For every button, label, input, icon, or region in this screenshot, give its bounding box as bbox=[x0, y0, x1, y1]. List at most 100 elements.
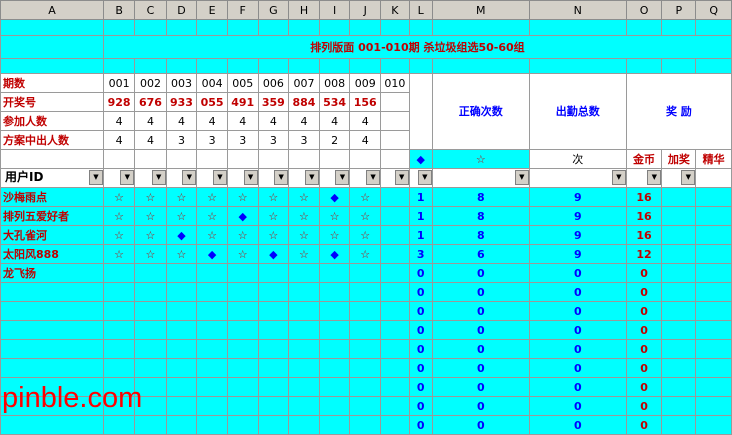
mark-cell[interactable] bbox=[196, 282, 228, 302]
draw-label[interactable]: 开奖号 bbox=[0, 92, 104, 112]
column-header-j[interactable]: J bbox=[349, 0, 382, 20]
mark-cell[interactable] bbox=[380, 187, 410, 207]
bonus-cell[interactable] bbox=[661, 415, 697, 435]
issue-cell[interactable]: 002 bbox=[134, 73, 167, 93]
participants-cell[interactable]: 4 bbox=[196, 111, 228, 131]
mark-cell[interactable] bbox=[349, 358, 382, 378]
attendance-cell[interactable]: 0 bbox=[528, 339, 627, 359]
mark-cell[interactable] bbox=[288, 282, 320, 302]
filter-dropdown-icon[interactable]: ▼ bbox=[611, 170, 626, 185]
mark-cell[interactable] bbox=[196, 415, 228, 435]
mark-cell[interactable] bbox=[134, 282, 167, 302]
bonus-cell[interactable] bbox=[661, 282, 697, 302]
coins-cell[interactable]: 0 bbox=[625, 320, 663, 340]
elite-cell[interactable] bbox=[695, 396, 732, 416]
mark-cell[interactable] bbox=[288, 320, 320, 340]
mark-cell[interactable]: ☆ bbox=[134, 187, 167, 207]
mark-cell[interactable]: ☆ bbox=[288, 187, 320, 207]
column-header-k[interactable]: K bbox=[380, 0, 410, 20]
elite-cell[interactable] bbox=[695, 244, 732, 264]
column-header-p[interactable]: P bbox=[661, 0, 697, 20]
mark-cell[interactable] bbox=[318, 282, 351, 302]
user-id-filter-cell[interactable]: 用户ID ▼ bbox=[0, 168, 104, 188]
filter-dropdown-icon[interactable]: ▼ bbox=[335, 170, 349, 185]
mark-cell[interactable]: ☆ bbox=[349, 187, 382, 207]
mark-cell[interactable] bbox=[102, 339, 136, 359]
draw-number-cell[interactable] bbox=[380, 92, 410, 112]
issue-cell[interactable]: 009 bbox=[349, 73, 382, 93]
column-header-l[interactable]: L bbox=[408, 0, 433, 20]
filter-cell[interactable]: ▼ bbox=[380, 168, 410, 188]
mark-cell[interactable] bbox=[288, 396, 320, 416]
mark-cell[interactable] bbox=[102, 358, 136, 378]
filter-dropdown-icon[interactable]: ▼ bbox=[304, 170, 319, 185]
user-name-cell[interactable] bbox=[0, 339, 104, 359]
mark-cell[interactable] bbox=[165, 263, 198, 283]
participants-label[interactable]: 参加人数 bbox=[0, 111, 104, 131]
mark-cell[interactable] bbox=[257, 339, 290, 359]
filter-cell[interactable]: ▼ bbox=[408, 168, 433, 188]
coins-cell[interactable]: 12 bbox=[625, 244, 663, 264]
mark-cell[interactable] bbox=[226, 320, 259, 340]
mark-cell[interactable] bbox=[288, 339, 320, 359]
mark-cell[interactable] bbox=[288, 377, 320, 397]
coins-cell[interactable]: 16 bbox=[625, 225, 663, 245]
mark-cell[interactable] bbox=[226, 301, 259, 321]
draw-number-cell[interactable]: 534 bbox=[318, 92, 351, 112]
mark-cell[interactable] bbox=[196, 377, 228, 397]
column-header-g[interactable]: G bbox=[257, 0, 290, 20]
issue-cell[interactable]: 001 bbox=[102, 73, 136, 93]
mark-cell[interactable]: ☆ bbox=[288, 206, 320, 226]
correct-count-cell[interactable]: 8 bbox=[431, 206, 530, 226]
column-header-i[interactable]: I bbox=[318, 0, 351, 20]
hits-cell[interactable]: 2 bbox=[318, 130, 351, 150]
column-header-q[interactable]: Q bbox=[695, 0, 732, 20]
mark-cell[interactable] bbox=[288, 301, 320, 321]
hits-cell[interactable]: 3 bbox=[257, 130, 290, 150]
mark-cell[interactable] bbox=[318, 263, 351, 283]
elite-cell[interactable] bbox=[695, 263, 732, 283]
diamond-count-cell[interactable]: 0 bbox=[408, 263, 433, 283]
mark-cell[interactable] bbox=[257, 377, 290, 397]
issue-cell[interactable]: 006 bbox=[257, 73, 290, 93]
filter-dropdown-icon[interactable]: ▼ bbox=[514, 170, 529, 185]
user-name-cell[interactable] bbox=[0, 282, 104, 302]
attendance-cell[interactable]: 9 bbox=[528, 244, 627, 264]
user-name-cell[interactable] bbox=[0, 358, 104, 378]
issue-cell[interactable]: 008 bbox=[318, 73, 351, 93]
filter-dropdown-icon[interactable]: ▼ bbox=[243, 170, 258, 185]
attendance-cell[interactable]: 0 bbox=[528, 358, 627, 378]
coins-cell[interactable]: 0 bbox=[625, 415, 663, 435]
elite-cell[interactable] bbox=[695, 320, 732, 340]
diamond-count-cell[interactable]: 1 bbox=[408, 187, 433, 207]
hits-cell[interactable]: 4 bbox=[102, 130, 136, 150]
filter-cell[interactable]: ▼ bbox=[165, 168, 198, 188]
hits-cell[interactable]: 3 bbox=[288, 130, 320, 150]
correct-count-cell[interactable]: 8 bbox=[431, 187, 530, 207]
mark-cell[interactable] bbox=[102, 282, 136, 302]
bonus-cell[interactable] bbox=[661, 225, 697, 245]
coins-cell[interactable]: 0 bbox=[625, 301, 663, 321]
coins-cell[interactable]: 0 bbox=[625, 339, 663, 359]
mark-cell[interactable] bbox=[318, 415, 351, 435]
mark-cell[interactable] bbox=[380, 339, 410, 359]
mark-cell[interactable] bbox=[102, 263, 136, 283]
diamond-count-cell[interactable]: 0 bbox=[408, 396, 433, 416]
draw-number-cell[interactable]: 928 bbox=[102, 92, 136, 112]
column-header-n[interactable]: N bbox=[528, 0, 627, 20]
draw-number-cell[interactable]: 884 bbox=[288, 92, 320, 112]
mark-cell[interactable]: ☆ bbox=[165, 206, 198, 226]
mark-cell[interactable] bbox=[165, 358, 198, 378]
attendance-cell[interactable]: 0 bbox=[528, 377, 627, 397]
filter-cell[interactable]: ▼ bbox=[288, 168, 320, 188]
mark-cell[interactable] bbox=[226, 339, 259, 359]
participants-cell[interactable]: 4 bbox=[226, 111, 259, 131]
mark-cell[interactable] bbox=[196, 396, 228, 416]
filter-dropdown-icon[interactable]: ▼ bbox=[88, 170, 103, 185]
mark-cell[interactable] bbox=[134, 415, 167, 435]
correct-count-cell[interactable]: 0 bbox=[431, 358, 530, 378]
filter-cell[interactable]: ▼ bbox=[257, 168, 290, 188]
mark-cell[interactable]: ☆ bbox=[196, 225, 228, 245]
hits-cell[interactable]: 3 bbox=[226, 130, 259, 150]
mark-cell[interactable]: ☆ bbox=[102, 206, 136, 226]
